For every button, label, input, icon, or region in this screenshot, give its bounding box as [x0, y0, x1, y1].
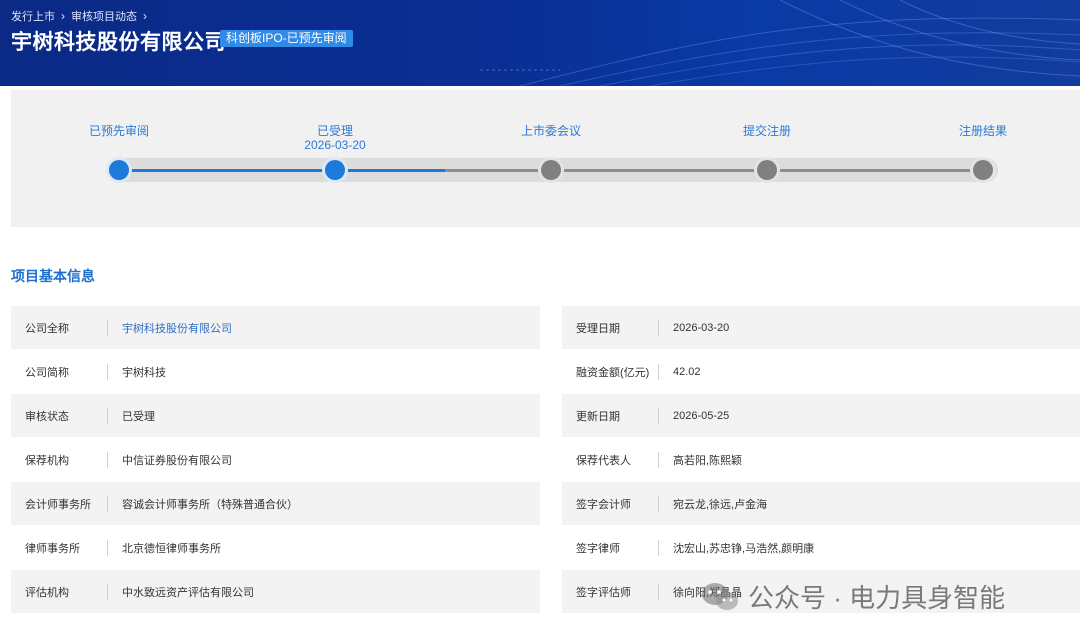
stage-dot-submit-registration [757, 160, 777, 180]
info-label: 融资金额(亿元) [576, 366, 650, 379]
stage-label-accepted: 已受理 2026-03-20 [265, 124, 405, 152]
info-value: 2026-05-25 [673, 409, 730, 422]
chevron-right-icon: › [61, 9, 65, 23]
info-row-full-name: 公司全称 宇树科技股份有限公司 [11, 306, 540, 349]
info-row-accept-date: 受理日期 2026-03-20 [562, 306, 1080, 349]
info-label: 签字评估师 [576, 586, 631, 599]
divider [658, 363, 659, 380]
chevron-right-icon: › [143, 9, 147, 23]
info-label: 保荐代表人 [576, 454, 631, 467]
info-label: 审核状态 [25, 410, 69, 423]
stage-date: 2026-03-20 [304, 138, 366, 152]
info-row-signing-lawyers: 签字律师 沈宏山,苏忠铮,马浩然,颜明康 [562, 526, 1080, 569]
divider [107, 539, 108, 556]
divider [107, 407, 108, 424]
company-full-name-link[interactable]: 宇树科技股份有限公司 [122, 320, 232, 336]
divider [107, 451, 108, 468]
info-row-appraisal-firm: 评估机构 中水致远资产评估有限公司 [11, 570, 540, 613]
divider [658, 495, 659, 512]
stage-name: 上市委会议 [520, 124, 581, 138]
stage-label-listing-committee: 上市委会议 [481, 124, 621, 138]
info-row-review-status: 审核状态 已受理 [11, 394, 540, 437]
stage-name: 已预先审阅 [88, 124, 149, 138]
info-row-short-name: 公司简称 宇树科技 [11, 350, 540, 393]
info-value: 已受理 [122, 410, 155, 423]
info-row-update-date: 更新日期 2026-05-25 [562, 394, 1080, 437]
watermark-text: 公众号 · 电力具身智能 [748, 583, 1006, 613]
stage-name: 已受理 [316, 124, 353, 138]
divider [107, 495, 108, 512]
breadcrumb-item-listing[interactable]: 发行上市 [11, 8, 55, 24]
info-value: 沈宏山,苏忠铮,马浩然,颜明康 [673, 542, 815, 555]
info-value: 2026-03-20 [673, 321, 730, 334]
info-label: 受理日期 [576, 322, 620, 335]
stage-label-registration-result: 注册结果 [913, 124, 1053, 138]
info-value: 宛云龙,徐远,卢金海 [673, 498, 768, 511]
info-value: 宇树科技 [122, 366, 166, 379]
divider [658, 407, 659, 424]
breadcrumb-item-review[interactable]: 审核项目动态 [71, 8, 137, 24]
wechat-icon [702, 582, 738, 610]
divider [107, 319, 108, 336]
divider [658, 583, 659, 600]
info-row-financing-amount: 融资金额(亿元) 42.02 [562, 350, 1080, 393]
header-banner: 发行上市 › 审核项目动态 › 宇树科技股份有限公司 科创板IPO-已预先审阅 [0, 0, 1080, 86]
info-row-accounting-firm: 会计师事务所 容诚会计师事务所（特殊普通合伙） [11, 482, 540, 525]
section-title: 项目基本信息 [11, 268, 95, 284]
breadcrumb: 发行上市 › 审核项目动态 › [11, 8, 147, 24]
info-label: 公司简称 [25, 366, 69, 379]
stage-name: 提交注册 [742, 124, 791, 138]
review-progress-stepper: 已预先审阅 已受理 2026-03-20 上市委会议 提交注册 注册结果 [11, 90, 1080, 227]
info-value: 高若阳,陈熙颖 [673, 454, 743, 467]
status-badge: 科创板IPO-已预先审阅 [220, 30, 353, 47]
info-value: 容诚会计师事务所（特殊普通合伙） [122, 498, 298, 511]
info-label: 律师事务所 [25, 542, 80, 555]
divider [658, 319, 659, 336]
progress-line-done [119, 169, 445, 172]
divider [658, 451, 659, 468]
info-value: 中水致远资产评估有限公司 [122, 586, 254, 599]
info-row-law-firm: 律师事务所 北京德恒律师事务所 [11, 526, 540, 569]
stage-label-submit-registration: 提交注册 [697, 124, 837, 138]
info-row-sponsor: 保荐机构 中信证券股份有限公司 [11, 438, 540, 481]
watermark: 公众号 · 电力具身智能 [700, 578, 1005, 615]
stage-name: 注册结果 [958, 124, 1007, 138]
info-label: 签字会计师 [576, 498, 631, 511]
info-label: 公司全称 [25, 322, 69, 335]
info-row-sponsor-reps: 保荐代表人 高若阳,陈熙颖 [562, 438, 1080, 481]
stage-label-pre-review: 已预先审阅 [49, 124, 189, 138]
info-row-signing-accountants: 签字会计师 宛云龙,徐远,卢金海 [562, 482, 1080, 525]
info-label: 签字律师 [576, 542, 620, 555]
divider [107, 363, 108, 380]
info-value: 北京德恒律师事务所 [122, 542, 221, 555]
info-label: 保荐机构 [25, 454, 69, 467]
info-label: 更新日期 [576, 410, 620, 423]
page-title: 宇树科技股份有限公司 [11, 31, 226, 54]
stage-dot-registration-result [973, 160, 993, 180]
info-value: 42.02 [673, 365, 701, 378]
info-label: 会计师事务所 [25, 498, 91, 511]
divider [107, 583, 108, 600]
stage-dot-listing-committee [541, 160, 561, 180]
info-label: 评估机构 [25, 586, 69, 599]
stage-dot-pre-review [109, 160, 129, 180]
divider [658, 539, 659, 556]
info-value: 中信证券股份有限公司 [122, 454, 232, 467]
stage-dot-accepted [325, 160, 345, 180]
